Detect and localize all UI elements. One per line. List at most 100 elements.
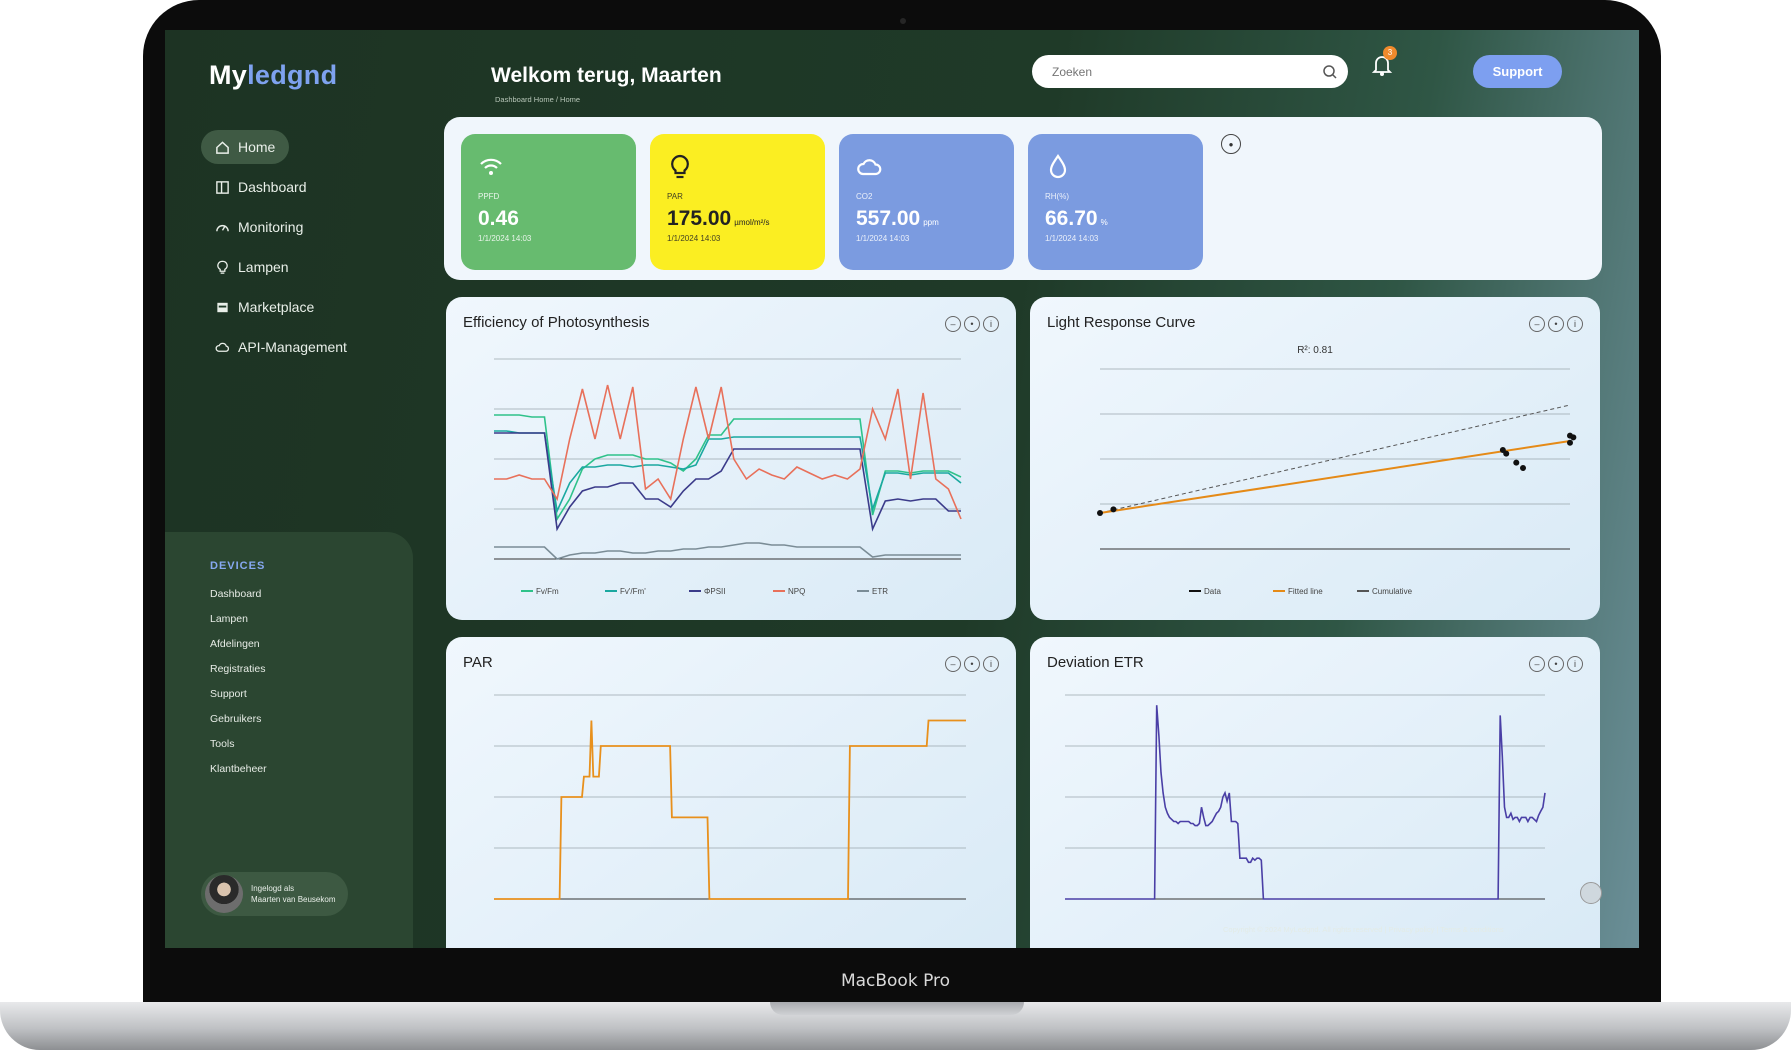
- data-point: [1097, 510, 1103, 516]
- sidebar-item-dashboard[interactable]: Dashboard: [201, 170, 321, 204]
- chart-controls: – • i: [945, 316, 999, 332]
- panel-title: DEVICES: [210, 560, 266, 572]
- legend-label: Fv'/Fm': [620, 587, 646, 596]
- footer-copyright: Copyright © 2024 MyLedgnd. All rights re…: [1223, 925, 1504, 934]
- chart-card-light-response: R²: 0.81 Data Fitted line Cumulative Light …: [1030, 297, 1600, 620]
- panel-link[interactable]: Registraties: [210, 657, 267, 682]
- user-line1: Ingelogd als: [251, 884, 295, 893]
- legend-label: Cumulative: [1372, 587, 1413, 596]
- sidebar-item-label: Home: [238, 139, 276, 155]
- panel-link[interactable]: Afdelingen: [210, 632, 267, 657]
- laptop-notch: [770, 1002, 1024, 1015]
- drop-icon: [1049, 154, 1067, 179]
- stat-card-co2[interactable]: CO2 557.00 ppm 1/1/2024 14:03: [839, 134, 1014, 270]
- chart-controls: – • i: [1529, 656, 1583, 672]
- chart-card-par: PAR – • i: [446, 637, 1016, 948]
- stat-date: 1/1/2024 14:03: [1045, 234, 1099, 243]
- sidebar-item-label: Monitoring: [238, 219, 304, 235]
- stat-card-par[interactable]: PAR 175.00 µmol/m²/s 1/1/2024 14:03: [650, 134, 825, 270]
- support-button[interactable]: Support: [1473, 55, 1562, 88]
- user-name: Maarten van Beusekom: [251, 895, 336, 904]
- search-input[interactable]: [1050, 63, 1322, 80]
- deviation-etr-chart: [1065, 694, 1546, 900]
- stats-panel: PPFD 0.46 1/1/2024 14:03 PAR 175.00 µmol/…: [444, 117, 1602, 280]
- series-line: [494, 719, 966, 900]
- sidebar-item-monitoring[interactable]: Monitoring: [201, 210, 317, 244]
- stat-value: 66.70%: [1045, 207, 1108, 230]
- series-line: [1065, 705, 1546, 900]
- avatar: [205, 875, 243, 913]
- sidebar-item-label: Marketplace: [238, 299, 315, 315]
- efficiency-chart: Fv/Fm Fv'/Fm' ΦPSII NPQ ETR: [494, 358, 962, 596]
- light-response-chart: R²: 0.81 Data Fitted line Cumulative: [1097, 345, 1577, 596]
- scroll-top-button[interactable]: [1580, 882, 1602, 904]
- legend-label: Data: [1204, 587, 1221, 596]
- panel-link[interactable]: Gebruikers: [210, 707, 267, 732]
- panel-link[interactable]: Lampen: [210, 607, 267, 632]
- info-icon[interactable]: i: [983, 656, 999, 672]
- chart-title: Efficiency of Photosynthesis: [463, 314, 650, 331]
- sidebar-item-lampen[interactable]: Lampen: [201, 250, 303, 284]
- chart-title: Light Response Curve: [1047, 314, 1196, 331]
- sidebar-item-label: API-Management: [238, 339, 347, 355]
- camera-icon: [900, 18, 906, 24]
- settings-icon[interactable]: •: [964, 316, 980, 332]
- gauge-icon: [216, 224, 229, 231]
- stat-label: CO2: [856, 192, 873, 201]
- minimize-icon[interactable]: –: [945, 656, 961, 672]
- chart-subtitle: R²: 0.81: [1297, 345, 1333, 356]
- stat-card-ppfd[interactable]: PPFD 0.46 1/1/2024 14:03: [461, 134, 636, 270]
- device-label: MacBook Pro: [840, 971, 951, 991]
- minimize-icon[interactable]: –: [1529, 656, 1545, 672]
- bulb-icon: [671, 154, 689, 179]
- breadcrumb[interactable]: Dashboard Home / Home: [495, 95, 580, 104]
- dashboard-icon: [216, 180, 229, 194]
- panel-link[interactable]: Tools: [210, 732, 267, 757]
- chart-controls: – • i: [945, 656, 999, 672]
- sidebar-item-home[interactable]: Home: [201, 130, 290, 164]
- info-icon[interactable]: i: [1567, 316, 1583, 332]
- info-icon[interactable]: i: [983, 316, 999, 332]
- app-screen: Myledgnd Home Dashboard Monitoring Lampe…: [165, 30, 1639, 948]
- chart-card-deviation-etr: Deviation ETR – • i: [1030, 637, 1600, 948]
- series-line: [494, 432, 961, 532]
- panel-links: Dashboard Lampen Afdelingen Registraties…: [210, 582, 267, 782]
- data-point: [1570, 434, 1577, 441]
- settings-icon[interactable]: •: [1548, 656, 1564, 672]
- notification-badge: 3: [1383, 46, 1397, 60]
- sidebar-item-label: Lampen: [238, 259, 289, 275]
- page-title: Welkom terug, Maarten: [491, 64, 722, 87]
- stat-label: PPFD: [478, 192, 500, 201]
- sidebar-item-api-management[interactable]: API-Management: [201, 330, 361, 364]
- data-point: [1110, 506, 1117, 513]
- user-profile[interactable]: Ingelogd als Maarten van Beusekom: [201, 872, 348, 916]
- settings-icon[interactable]: •: [1548, 316, 1564, 332]
- search-bar[interactable]: [1032, 55, 1348, 88]
- data-point: [1503, 450, 1510, 457]
- chart-title: Deviation ETR: [1047, 654, 1144, 671]
- minimize-icon[interactable]: –: [945, 316, 961, 332]
- legend-label: NPQ: [788, 587, 805, 596]
- settings-icon[interactable]: •: [964, 656, 980, 672]
- legend-label: Fv/Fm: [536, 587, 559, 596]
- panel-link[interactable]: Support: [210, 682, 267, 707]
- series-line: [494, 384, 962, 520]
- chart-title: PAR: [463, 654, 493, 671]
- stat-value: 175.00 µmol/m²/s: [667, 207, 770, 230]
- sidebar-item-marketplace[interactable]: Marketplace: [201, 290, 328, 324]
- cloud-icon: [857, 159, 882, 176]
- app-logo[interactable]: Myledgnd: [209, 60, 337, 91]
- panel-link[interactable]: Klantbeheer: [210, 757, 267, 782]
- panel-link[interactable]: Dashboard: [210, 582, 267, 607]
- home-icon: [216, 140, 229, 154]
- search-icon[interactable]: [1322, 64, 1338, 80]
- user-info: Ingelogd als Maarten van Beusekom: [251, 883, 336, 905]
- stat-card-rh[interactable]: RH(%) 66.70% 1/1/2024 14:03: [1028, 134, 1203, 270]
- add-widget-button[interactable]: ●: [1221, 134, 1241, 154]
- data-point: [1520, 465, 1526, 471]
- minimize-icon[interactable]: –: [1529, 316, 1545, 332]
- legend-label: ΦPSII: [704, 587, 726, 596]
- chart-legend: Data Fitted line Cumulative: [1189, 587, 1413, 596]
- info-icon[interactable]: i: [1567, 656, 1583, 672]
- sidebar-item-label: Dashboard: [238, 179, 307, 195]
